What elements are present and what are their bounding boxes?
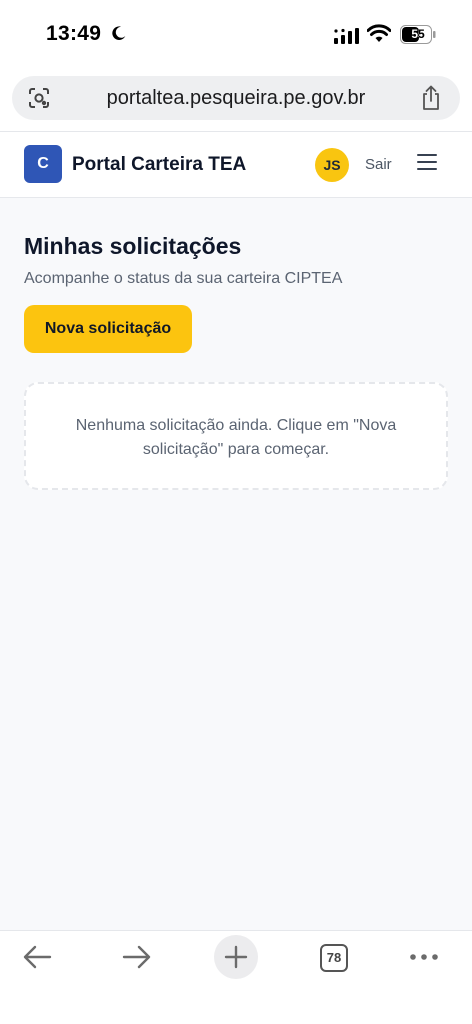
page-subtitle: Acompanhe o status da sua carteira CIPTE… [24, 270, 343, 287]
tabs-count-button[interactable]: 78 [320, 944, 348, 972]
forward-arrow-icon[interactable] [120, 943, 152, 971]
battery-level: 55 [411, 27, 425, 41]
url-bar[interactable]: portaltea.pesqueira.pe.gov.br [12, 76, 460, 120]
logout-link[interactable]: Sair [365, 156, 392, 173]
back-arrow-icon[interactable] [22, 943, 54, 971]
empty-state-card: Nenhuma solicitação ainda. Clique em "No… [24, 382, 448, 490]
hamburger-menu-icon[interactable] [417, 154, 439, 174]
empty-state-message: Nenhuma solicitação ainda. Clique em "No… [75, 417, 397, 458]
new-request-button[interactable]: Nova solicitação [24, 305, 192, 353]
signal-icon [334, 28, 359, 44]
app-header: C Portal Carteira TEA JS Sair [0, 132, 472, 198]
new-tab-button[interactable] [214, 935, 258, 979]
plus-icon [224, 945, 248, 969]
avatar[interactable]: JS [315, 148, 349, 182]
wifi-icon [367, 24, 391, 42]
browser-toolbar: 78 [0, 930, 472, 1024]
status-time: 13:49 [46, 22, 102, 45]
page-title: Minhas solicitações [24, 233, 242, 259]
url-text[interactable]: portaltea.pesqueira.pe.gov.br [12, 87, 460, 110]
app-logo[interactable]: C [24, 145, 62, 183]
moon-icon [112, 26, 126, 41]
share-icon[interactable] [420, 85, 442, 111]
browser-address-area: portaltea.pesqueira.pe.gov.br [0, 70, 472, 132]
app-title[interactable]: Portal Carteira TEA [72, 154, 246, 176]
more-icon[interactable] [408, 949, 440, 965]
status-bar: 13:49 55 [0, 0, 472, 70]
